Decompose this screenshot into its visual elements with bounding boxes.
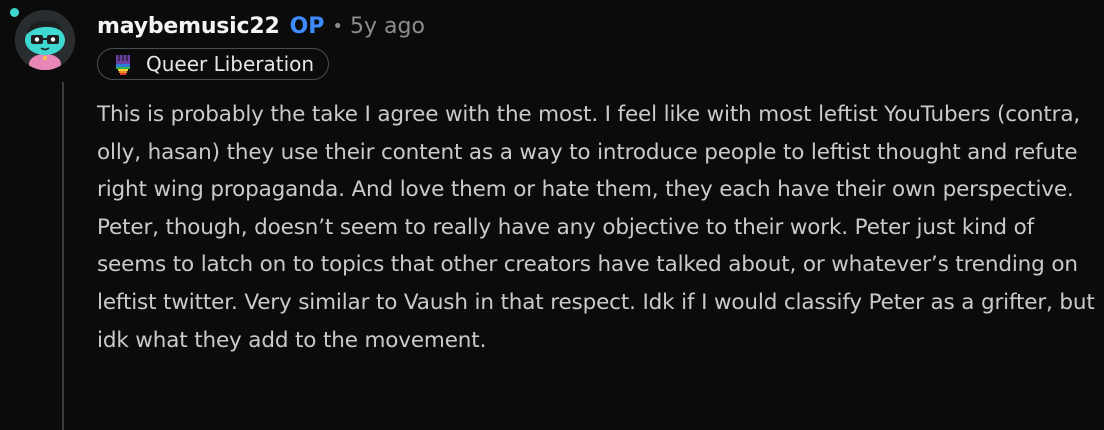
user-flair: Queer Liberation	[97, 48, 330, 80]
separator-dot: •	[332, 15, 344, 37]
comment-header: maybemusic22 OP • 5y ago	[97, 11, 425, 41]
thread-line[interactable]	[62, 82, 64, 430]
antenna-icon	[10, 8, 19, 17]
flair-label: Queer Liberation	[146, 52, 315, 76]
op-badge: OP	[289, 13, 325, 39]
comment-author[interactable]: maybemusic22	[97, 14, 280, 39]
rainbow-fist-icon	[112, 52, 134, 76]
snoo-avatar-icon	[15, 10, 75, 70]
user-avatar[interactable]	[15, 10, 75, 70]
comment-timestamp[interactable]: 5y ago	[350, 14, 425, 39]
comment-body: This is probably the take I agree with t…	[97, 102, 1095, 353]
